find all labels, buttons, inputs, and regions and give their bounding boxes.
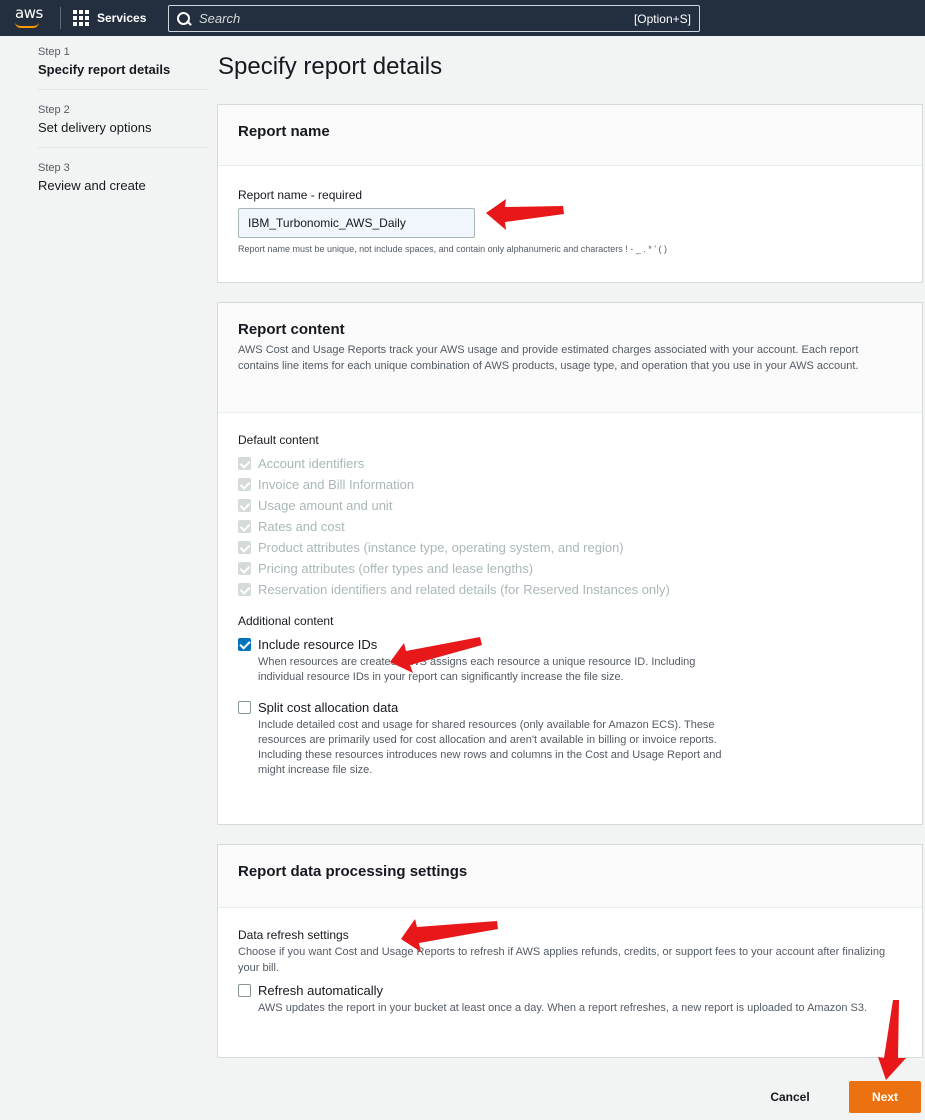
include-resource-ids-label[interactable]: Include resource IDs [258,637,377,652]
step-label: Review and create [38,178,146,193]
search-shortcut: [Option+S] [633,11,691,26]
report-name-input[interactable] [238,208,475,238]
step-number: Step 2 [38,104,70,116]
checkbox-disabled [238,562,251,575]
split-cost-label[interactable]: Split cost allocation data [258,700,398,715]
page-title: Specify report details [218,53,443,80]
default-item: Pricing attributes (offer types and leas… [238,558,902,579]
report-name-label: Report name - required [238,188,363,202]
include-resource-ids-checkbox[interactable] [238,638,251,651]
default-item-label: Reservation identifiers and related deta… [258,582,670,597]
panel-title: Report data processing settings [238,863,468,880]
panel-title: Report content [238,321,345,338]
report-name-panel: Report name Report name - required Repor… [217,104,923,283]
checkbox-disabled [238,541,251,554]
checkbox-disabled [238,457,251,470]
panel-body: Default content Account identifiers Invo… [218,413,922,778]
report-processing-panel: Report data processing settings Data ref… [217,844,923,1058]
panel-header: Report name [218,105,922,166]
wizard-steps: Step 1 Specify report details Step 2 Set… [38,46,208,219]
refresh-automatically-description: AWS updates the report in your bucket at… [258,1002,868,1014]
panel-header: Report data processing settings [218,845,922,908]
step-2[interactable]: Step 2 Set delivery options [38,104,208,148]
step-label: Set delivery options [38,120,152,135]
default-item: Usage amount and unit [238,495,902,516]
default-item-label: Account identifiers [258,456,365,471]
step-number: Step 3 [38,162,70,174]
search-input[interactable] [199,11,634,26]
checkbox-disabled [238,583,251,596]
default-content-list: Account identifiers Invoice and Bill Inf… [238,453,902,600]
split-cost-row[interactable]: Split cost allocation data [238,697,902,718]
cancel-button[interactable]: Cancel [760,1082,820,1112]
default-item: Account identifiers [238,453,902,474]
refresh-automatically-label[interactable]: Refresh automatically [258,983,383,998]
default-item: Reservation identifiers and related deta… [238,579,902,600]
include-resource-ids-description: When resources are created, AWS assigns … [258,656,696,683]
panel-header: Report content AWS Cost and Usage Report… [218,303,922,413]
default-item-label: Rates and cost [258,519,345,534]
default-item-label: Usage amount and unit [258,498,393,513]
default-item: Rates and cost [238,516,902,537]
step-3[interactable]: Step 3 Review and create [38,162,208,205]
aws-smile-icon [15,22,39,28]
refresh-automatically-checkbox[interactable] [238,984,251,997]
split-cost-checkbox[interactable] [238,701,251,714]
checkbox-disabled [238,499,251,512]
split-cost-description: Include detailed cost and usage for shar… [258,719,722,776]
default-content-label: Default content [238,433,319,447]
search-icon [177,11,191,26]
include-resource-ids-row[interactable]: Include resource IDs [238,634,902,655]
default-item-label: Pricing attributes (offer types and leas… [258,561,534,576]
include-resource-ids-option: Include resource IDs When resources are … [238,634,902,685]
default-item: Product attributes (instance type, opera… [238,537,902,558]
panel-description: AWS Cost and Usage Reports track your AW… [238,344,859,372]
panel-body: Data refresh settings Choose if you want… [218,908,922,1016]
checkbox-disabled [238,478,251,491]
report-name-constraint: Report name must be unique, not include … [238,244,667,254]
default-item-label: Invoice and Bill Information [258,477,415,492]
services-label: Services [97,11,147,25]
checkbox-disabled [238,520,251,533]
split-cost-option: Split cost allocation data Include detai… [238,697,902,778]
aws-logo-text: aws [15,4,43,22]
refresh-automatically-row[interactable]: Refresh automatically [238,980,902,1001]
data-refresh-description: Choose if you want Cost and Usage Report… [238,946,886,974]
step-label: Specify report details [38,62,171,77]
default-item-label: Product attributes (instance type, opera… [258,540,624,555]
aws-logo[interactable]: aws [0,0,60,36]
panel-title: Report name [238,123,330,140]
services-menu-button[interactable]: Services [61,0,158,36]
additional-content-label: Additional content [238,614,334,628]
panel-body: Report name - required Report name must … [218,166,922,254]
refresh-automatically-option: Refresh automatically AWS updates the re… [238,980,902,1016]
top-navigation: aws Services [Option+S] [0,0,925,36]
step-1[interactable]: Step 1 Specify report details [38,46,208,90]
search-bar[interactable]: [Option+S] [168,5,700,32]
next-button[interactable]: Next [849,1081,921,1113]
report-content-panel: Report content AWS Cost and Usage Report… [217,302,923,825]
step-number: Step 1 [38,46,70,58]
data-refresh-label: Data refresh settings [238,928,349,942]
grid-icon [73,10,89,26]
default-item: Invoice and Bill Information [238,474,902,495]
